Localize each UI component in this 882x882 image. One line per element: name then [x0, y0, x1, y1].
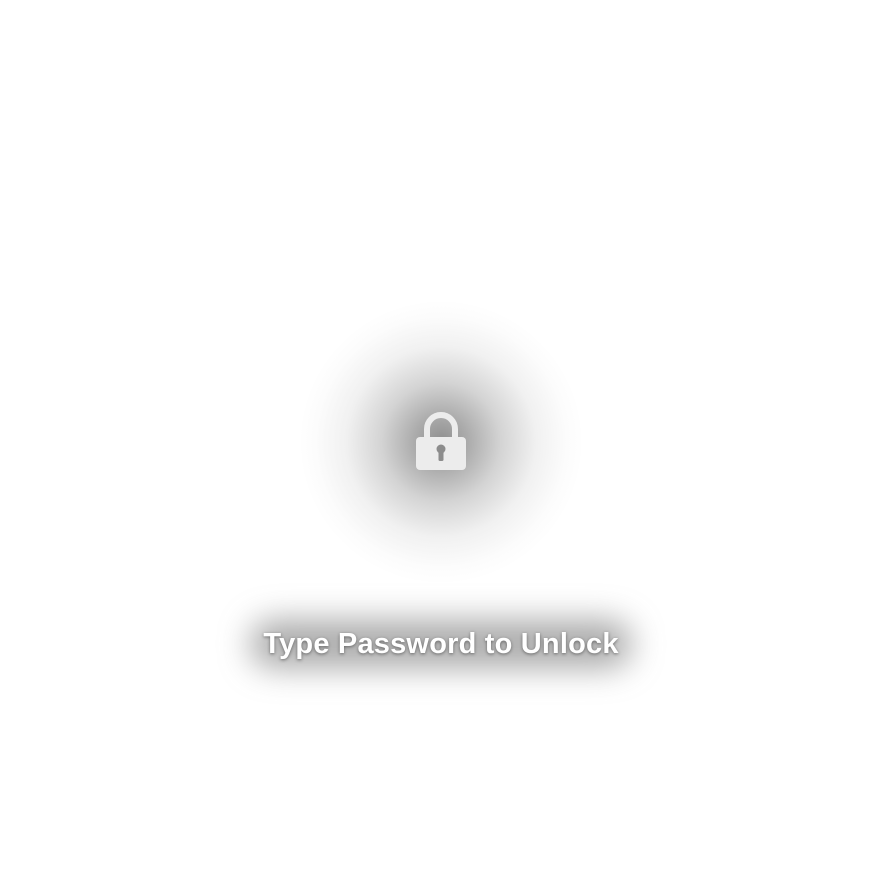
lock-icon	[416, 412, 466, 470]
unlock-prompt: Type Password to Unlock	[263, 628, 619, 660]
lock-screen: Type Password to Unlock	[0, 0, 882, 882]
